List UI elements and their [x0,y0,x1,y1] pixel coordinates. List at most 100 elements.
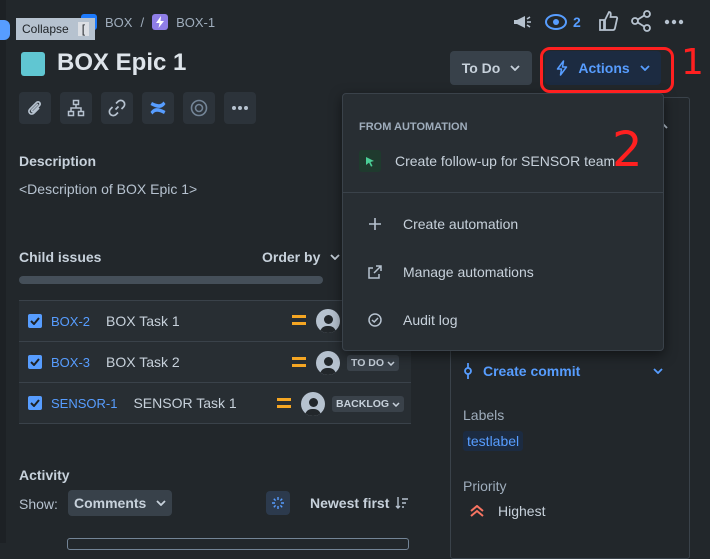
checkbox[interactable] [28,314,42,328]
child-issue-button[interactable] [60,92,92,124]
issue-toolbar [19,92,256,124]
child-issue-key[interactable]: SENSOR-1 [51,396,117,411]
avatar[interactable] [316,309,340,333]
priority-field[interactable]: Highest [470,503,545,519]
vote-button[interactable] [597,10,621,34]
status-button[interactable]: To Do [450,51,532,85]
sort-button[interactable]: Newest first [310,495,409,511]
activity-heading: Activity [19,467,70,483]
annotation-number-two: 2 [612,122,643,178]
feedback-button[interactable] [510,10,534,34]
chevron-down-icon [330,254,340,260]
menu-item-label: Create automation [403,216,519,232]
confluence-icon [150,101,166,115]
menu-section-heading: FROM AUTOMATION [359,121,468,133]
sort-icon [395,497,409,509]
avatar[interactable] [301,392,325,416]
child-issue-summary[interactable]: BOX Task 1 [106,313,180,329]
label-tag[interactable]: testlabel [463,431,524,451]
table-row[interactable]: SENSOR-1 SENSOR Task 1 BACKLOG [19,382,411,424]
status-badge[interactable]: BACKLOG [332,396,405,412]
checkbox[interactable] [28,355,42,369]
paperclip-icon [28,101,41,115]
child-progress-bar [19,276,323,284]
check-circle-icon [368,313,382,327]
megaphone-icon [514,16,531,28]
breadcrumb-separator: / [140,14,145,30]
issue-title[interactable]: BOX Epic 1 [57,49,186,77]
priority-heading: Priority [463,478,507,494]
child-issues-heading: Child issues [19,249,102,265]
menu-item-audit-log[interactable]: Audit log [343,300,663,340]
ellipsis-icon [664,19,684,25]
watch-count: 2 [573,14,581,30]
target-icon [190,99,208,117]
menu-divider [343,192,663,193]
priority-medium-icon [277,398,291,408]
description-text[interactable]: <Description of BOX Epic 1> [19,181,197,197]
more-actions-button[interactable] [662,14,686,30]
menu-item-label: Audit log [403,312,458,328]
chevron-down-icon [653,368,663,374]
issue-type-icon [21,52,45,76]
confluence-button[interactable] [142,92,174,124]
priority-medium-icon [292,315,306,325]
sparkle-icon [272,497,284,509]
order-by-button[interactable]: Order by [262,249,340,265]
labels-heading: Labels [463,407,505,423]
annotation-number-one: 1 [681,42,704,83]
attach-button[interactable] [19,92,51,124]
child-issue-summary[interactable]: BOX Task 2 [106,354,180,370]
sort-label: Newest first [310,495,390,511]
child-issue-key[interactable]: BOX-2 [51,314,90,329]
comment-box-edge[interactable] [67,538,409,550]
show-label: Show: [19,496,58,512]
thumbs-up-icon [599,11,619,31]
checkbox[interactable] [28,396,42,410]
activity-filter-value: Comments [74,495,147,511]
share-button[interactable] [630,10,654,34]
description-heading: Description [19,153,97,169]
external-link-icon [368,265,382,279]
menu-item-label: Create follow-up for SENSOR team [395,153,616,169]
breadcrumb-project-link[interactable]: BOX [105,15,132,30]
child-issue-key[interactable]: BOX-3 [51,355,90,370]
status-label: To Do [461,60,501,76]
chevron-down-icon [510,65,520,71]
ellipsis-icon [232,106,248,110]
status-badge[interactable]: TO DO [347,355,400,371]
menu-item-create-automation[interactable]: Create automation [343,204,663,244]
share-icon [631,10,651,32]
order-by-label: Order by [262,249,321,265]
breadcrumb-issue-link[interactable]: BOX-1 [176,15,215,30]
automation-rule-icon [359,150,381,172]
child-issue-summary[interactable]: SENSOR Task 1 [133,395,236,411]
commit-icon [464,363,472,379]
watch-button[interactable]: 2 [545,10,581,34]
annotation-circle [540,47,674,93]
create-commit-label: Create commit [483,363,581,379]
collapse-tooltip: Collapse [ [16,18,96,40]
hierarchy-icon [67,99,85,117]
more-toolbar-button[interactable] [224,92,256,124]
priority-highest-icon [470,505,484,517]
create-commit-button[interactable]: Create commit [463,362,663,380]
epic-lightning-icon [152,14,169,30]
priority-value: Highest [498,503,546,519]
menu-item-manage-automations[interactable]: Manage automations [343,252,663,292]
menu-item-label: Manage automations [403,264,534,280]
ai-summary-button[interactable] [266,491,290,515]
left-panel-edge [0,0,6,543]
tooltip-key: [ [77,22,90,36]
plus-icon [369,218,381,230]
link-issue-button[interactable] [101,92,133,124]
chevron-down-icon [156,500,166,506]
breadcrumb: BOX / BOX-1 [81,14,215,30]
tooltip-label: Collapse [22,22,69,36]
avatar[interactable] [316,351,340,375]
target-button[interactable] [183,92,215,124]
collapse-handle[interactable] [0,20,10,40]
link-icon [108,99,126,117]
priority-medium-icon [292,357,306,367]
activity-filter-select[interactable]: Comments [68,490,172,516]
